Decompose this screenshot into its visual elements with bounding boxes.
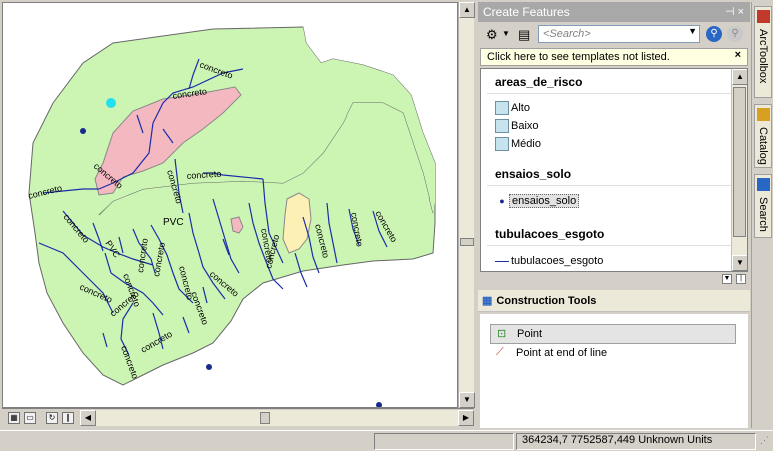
- scroll-down-icon[interactable]: ▼: [732, 255, 747, 271]
- construction-tools-icon: ▦: [482, 295, 493, 307]
- catalog-icon: [757, 108, 770, 121]
- search-icon[interactable]: ⚲: [706, 26, 722, 42]
- sample-point[interactable]: [206, 364, 212, 370]
- tab-catalog[interactable]: Catalog: [754, 104, 772, 168]
- swatch-icon: [495, 101, 509, 115]
- map-vertical-scrollbar[interactable]: ▲ ▼: [458, 2, 475, 408]
- pipe-label: PVC: [163, 217, 184, 228]
- template-item[interactable]: ● ensaios_solo: [495, 194, 580, 208]
- chevron-down-icon[interactable]: ▼: [688, 26, 697, 36]
- templates-not-listed-notice[interactable]: Click here to see templates not listed. …: [480, 48, 748, 66]
- search-input[interactable]: <Search> ▼: [538, 25, 700, 43]
- side-tabs: ArcToolbox Catalog Search: [751, 2, 773, 428]
- scroll-thumb[interactable]: [460, 238, 474, 246]
- sample-point-selected[interactable]: [106, 98, 116, 108]
- organize-templates-icon[interactable]: ⚙: [486, 27, 498, 43]
- template-item[interactable]: Alto: [495, 101, 530, 115]
- group-header: areas_de_risco: [495, 75, 583, 89]
- line-symbol-icon: [495, 260, 509, 262]
- template-item[interactable]: Baixo: [495, 119, 539, 133]
- scroll-left-icon[interactable]: ◀: [80, 410, 96, 426]
- templates-list[interactable]: areas_de_risco Alto Baixo Médio ensaios_…: [480, 68, 748, 272]
- templates-toolbar: ⚙ ▼ ▤ <Search> ▼ ⚲ ⚲: [478, 24, 750, 46]
- divider: [487, 93, 735, 94]
- notice-text: Click here to see templates not listed.: [487, 51, 670, 63]
- toolbox-icon: [757, 10, 770, 23]
- tool-point-end-line[interactable]: ⟋ Point at end of line: [490, 344, 736, 364]
- collapse-icon[interactable]: ▼: [722, 274, 732, 284]
- tab-arctoolbox[interactable]: ArcToolbox: [754, 6, 772, 98]
- pause-drawing-icon[interactable]: ∥: [62, 412, 74, 424]
- swatch-icon: [495, 137, 509, 151]
- clear-search-icon[interactable]: ⚲: [727, 26, 743, 42]
- point-tool-icon: ⊡: [497, 328, 507, 340]
- scroll-right-icon[interactable]: ▶: [458, 410, 474, 426]
- search-icon: [757, 178, 770, 191]
- scroll-thumb[interactable]: [733, 87, 746, 237]
- create-features-window: Create Features ⊣ × ⚙ ▼ ▤ <Search> ▼ ⚲ ⚲…: [478, 2, 750, 428]
- window-title: Create Features: [483, 5, 570, 19]
- scroll-up-icon[interactable]: ▲: [732, 69, 747, 85]
- chevron-down-icon[interactable]: ▼: [502, 29, 510, 38]
- pin-close-icon[interactable]: ⊣ ×: [725, 5, 744, 18]
- arcmap-window: concreto concreto concreto concreto conc…: [0, 0, 773, 451]
- coordinates-readout: 364234,7 7752587,449 Unknown Units: [522, 434, 713, 446]
- resize-grip-icon[interactable]: ⋰: [760, 435, 769, 446]
- search-placeholder: <Search>: [543, 28, 591, 40]
- group-header: tubulacoes_esgoto: [495, 227, 605, 241]
- status-segment: [374, 433, 514, 450]
- filter-view-icon[interactable]: ▤: [518, 27, 530, 43]
- point-symbol-icon: ●: [499, 196, 505, 206]
- construction-tools-list[interactable]: ⊡ Point ⟋ Point at end of line: [480, 314, 748, 428]
- map-horizontal-scrollbar[interactable]: ◀ ▶: [80, 410, 474, 426]
- layout-view-icon[interactable]: ▭: [24, 412, 36, 424]
- map-bottom-bar: ▦ ▭ ↻ ∥ ◀ ▶: [2, 408, 474, 426]
- map-canvas[interactable]: concreto concreto concreto concreto conc…: [3, 3, 458, 408]
- scroll-down-icon[interactable]: ▼: [459, 392, 475, 408]
- data-view-icon[interactable]: ▦: [8, 412, 20, 424]
- template-item[interactable]: Médio: [495, 137, 541, 151]
- templates-scrollbar[interactable]: ▲ ▼: [731, 69, 747, 271]
- point-end-line-icon: ⟋: [496, 346, 504, 358]
- swatch-icon: [495, 119, 509, 133]
- scroll-thumb[interactable]: [260, 412, 270, 424]
- refresh-icon[interactable]: ↻: [46, 412, 58, 424]
- window-title-bar: Create Features ⊣ ×: [478, 2, 750, 22]
- tab-search[interactable]: Search: [754, 174, 772, 238]
- divider: [487, 185, 735, 186]
- scroll-up-icon[interactable]: ▲: [459, 2, 475, 18]
- map-view[interactable]: concreto concreto concreto concreto conc…: [2, 2, 458, 408]
- close-icon[interactable]: ×: [735, 49, 741, 61]
- status-bar: 364234,7 7752587,449 Unknown Units ⋰: [0, 430, 773, 451]
- group-header: ensaios_solo: [495, 167, 572, 181]
- tool-point[interactable]: ⊡ Point: [490, 324, 736, 344]
- divider: [487, 245, 735, 246]
- sample-point[interactable]: [80, 128, 86, 134]
- split-icon[interactable]: |: [736, 274, 746, 284]
- construction-tools-header: ▦ Construction Tools: [478, 290, 750, 312]
- panel-splitter[interactable]: ▼ |: [478, 274, 750, 284]
- template-item[interactable]: tubulacoes_esgoto: [495, 255, 603, 267]
